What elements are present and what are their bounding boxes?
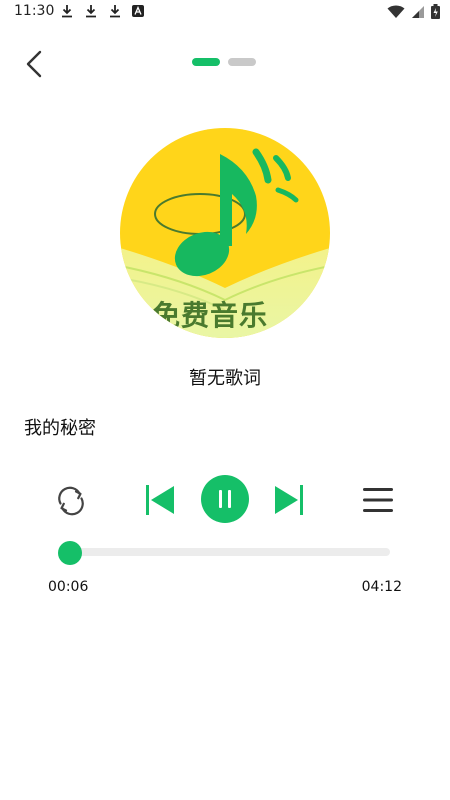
repeat-button[interactable] — [54, 484, 88, 522]
a-badge-icon — [132, 5, 144, 17]
skip-next-icon — [275, 485, 303, 515]
album-cover: 免费音乐 — [120, 128, 330, 338]
download-icon — [62, 5, 72, 18]
battery-icon — [431, 4, 440, 19]
page-indicator — [192, 58, 256, 66]
back-button[interactable] — [20, 46, 52, 82]
current-time: 00:06 — [48, 579, 89, 595]
status-bar: 11:30 — [0, 0, 450, 24]
skip-previous-icon — [146, 485, 174, 515]
next-button[interactable] — [273, 484, 305, 520]
status-system-icons — [387, 4, 440, 19]
wifi-icon — [387, 5, 405, 18]
status-notification-icons — [60, 4, 144, 18]
repeat-icon — [58, 486, 84, 516]
menu-icon — [363, 488, 393, 512]
total-time: 04:12 — [361, 579, 402, 595]
play-pause-button[interactable] — [201, 475, 249, 527]
download-icon — [110, 5, 120, 18]
page-indicator-dot-2[interactable] — [228, 58, 256, 66]
previous-button[interactable] — [144, 484, 176, 520]
signal-icon — [412, 5, 424, 18]
pause-icon — [201, 475, 249, 523]
progress-bar[interactable] — [62, 548, 390, 556]
playback-controls — [0, 470, 450, 530]
lyrics-text: 暂无歌词 — [189, 368, 261, 389]
download-icon — [86, 5, 96, 18]
page-indicator-dot-1[interactable] — [192, 58, 220, 66]
progress-thumb[interactable] — [57, 541, 82, 565]
song-title: 我的秘密 — [24, 418, 96, 439]
chevron-left-icon — [26, 50, 42, 78]
status-time: 11:30 — [14, 3, 55, 19]
album-cover-text: 免费音乐 — [152, 299, 269, 332]
playlist-button[interactable] — [362, 484, 394, 520]
